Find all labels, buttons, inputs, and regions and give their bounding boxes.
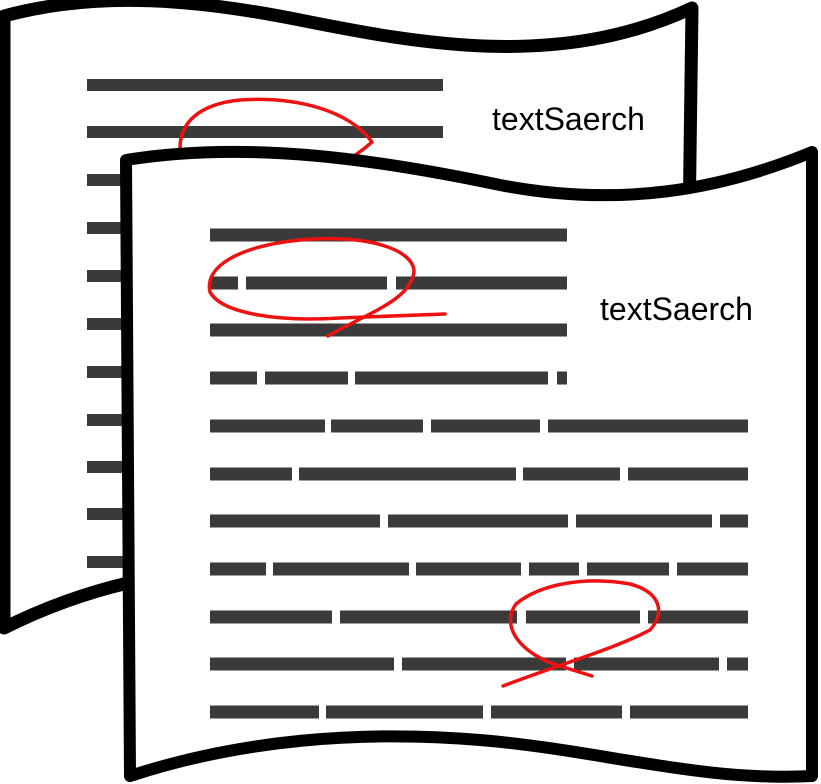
text-line-placeholder <box>576 514 712 528</box>
text-line-placeholder <box>210 514 380 528</box>
text-line-placeholder <box>355 371 548 385</box>
text-line-placeholder <box>396 276 567 290</box>
text-line-placeholder <box>273 562 409 576</box>
text-line-placeholder <box>326 705 483 719</box>
text-line-placeholder <box>523 467 620 481</box>
text-line-placeholder <box>265 371 348 385</box>
text-line-placeholder <box>587 562 669 576</box>
text-line-placeholder <box>210 562 266 576</box>
front-page-label: textSaerch <box>600 291 753 327</box>
text-line-placeholder <box>210 371 257 385</box>
front-page: textSaerch <box>120 145 818 783</box>
text-line-placeholder <box>340 610 517 624</box>
text-line-placeholder <box>210 419 325 433</box>
text-line-placeholder <box>210 323 567 337</box>
text-line-placeholder <box>648 610 748 624</box>
text-line-placeholder <box>557 371 567 385</box>
text-line-placeholder <box>628 467 748 481</box>
text-line-placeholder <box>87 79 443 91</box>
text-line-placeholder <box>574 657 719 671</box>
text-line-placeholder <box>210 657 394 671</box>
text-line-placeholder <box>210 467 292 481</box>
document-search-illustration: textSaerch textSaerch <box>0 0 818 783</box>
front-page-sheet <box>120 145 818 783</box>
text-line-placeholder <box>491 705 622 719</box>
text-line-placeholder <box>246 276 387 290</box>
back-page-label: textSaerch <box>492 101 645 137</box>
text-line-placeholder <box>210 705 319 719</box>
text-line-placeholder <box>526 610 640 624</box>
text-line-placeholder <box>727 657 748 671</box>
text-line-placeholder <box>210 610 332 624</box>
text-line-placeholder <box>720 514 748 528</box>
text-line-placeholder <box>677 562 748 576</box>
text-line-placeholder <box>416 562 521 576</box>
text-line-placeholder <box>331 419 423 433</box>
text-line-placeholder <box>87 126 443 138</box>
text-line-placeholder <box>210 276 238 290</box>
text-line-placeholder <box>299 467 516 481</box>
text-line-placeholder <box>630 705 748 719</box>
text-line-placeholder <box>431 419 540 433</box>
text-line-placeholder <box>388 514 568 528</box>
text-line-placeholder <box>529 562 579 576</box>
text-line-placeholder <box>210 228 567 242</box>
text-line-placeholder <box>548 419 748 433</box>
